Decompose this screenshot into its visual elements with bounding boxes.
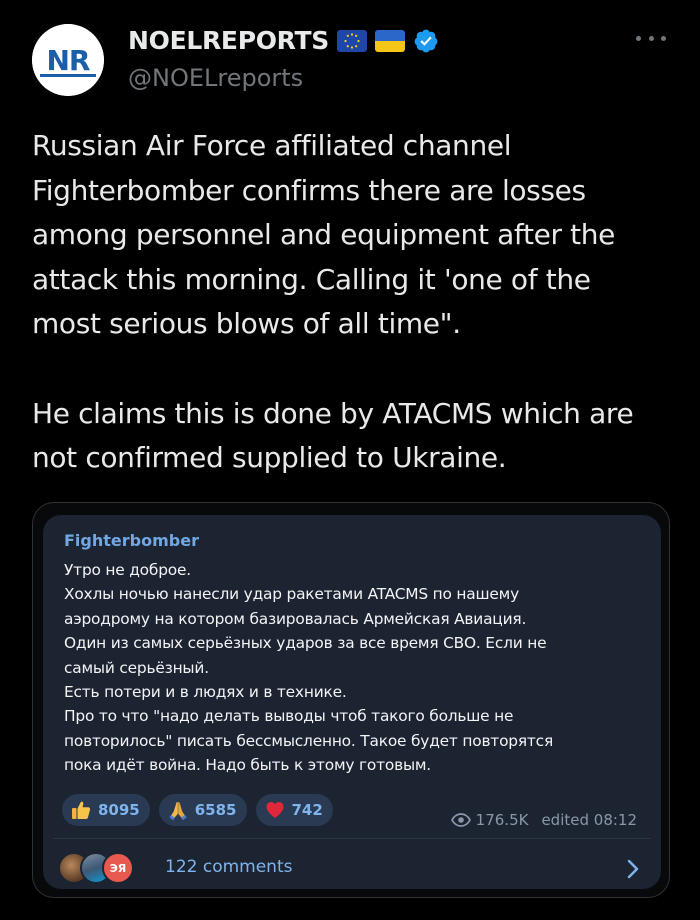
display-name[interactable]: NOELREPORTS [128,26,329,55]
reaction-count: 8095 [98,801,140,819]
comment-avatars: ЭЯ [58,852,148,886]
thumbs-up-icon [70,799,92,821]
message-meta: 176.5K edited 08:12 [450,811,637,829]
chevron-right-icon[interactable] [627,859,639,879]
tweet-text: Russian Air Force affiliated channel Fig… [32,129,634,475]
telegram-message-bubble: Fighterbomber Утро не доброе. Хохлы ночь… [43,515,661,889]
comments-link[interactable]: 122 comments [165,857,292,877]
reaction-thumbs-up[interactable]: 8095 [62,794,150,826]
eye-icon [450,813,471,827]
author-avatar[interactable]: NR [32,24,104,96]
embedded-image-card[interactable]: Fighterbomber Утро не доброе. Хохлы ночь… [32,502,670,898]
channel-name[interactable]: Fighterbomber [64,531,199,550]
author-handle[interactable]: @NOELreports [128,64,303,92]
more-options-icon[interactable] [636,28,666,48]
ukraine-flag-icon [374,29,405,52]
reaction-praying-hands[interactable]: 6585 [158,794,247,826]
eu-flag-icon [336,29,367,52]
verified-badge-icon[interactable] [413,28,439,54]
red-heart-icon [264,799,286,821]
reaction-count: 742 [291,801,323,819]
divider [53,838,651,839]
message-text: Утро не доброе. Хохлы ночью нанесли удар… [64,561,554,775]
svg-text:NR: NR [47,44,90,77]
edited-time: edited 08:12 [541,811,637,829]
view-count: 176.5K [475,811,529,829]
reaction-heart[interactable]: 742 [255,794,333,826]
avatar: ЭЯ [102,852,134,884]
praying-hands-icon [167,799,189,821]
author-header: NOELREPORTS [128,26,439,55]
nr-logo-icon: NR [32,24,104,96]
reactions-row: 8095 6585 742 [62,794,333,826]
reaction-count: 6585 [194,801,237,819]
